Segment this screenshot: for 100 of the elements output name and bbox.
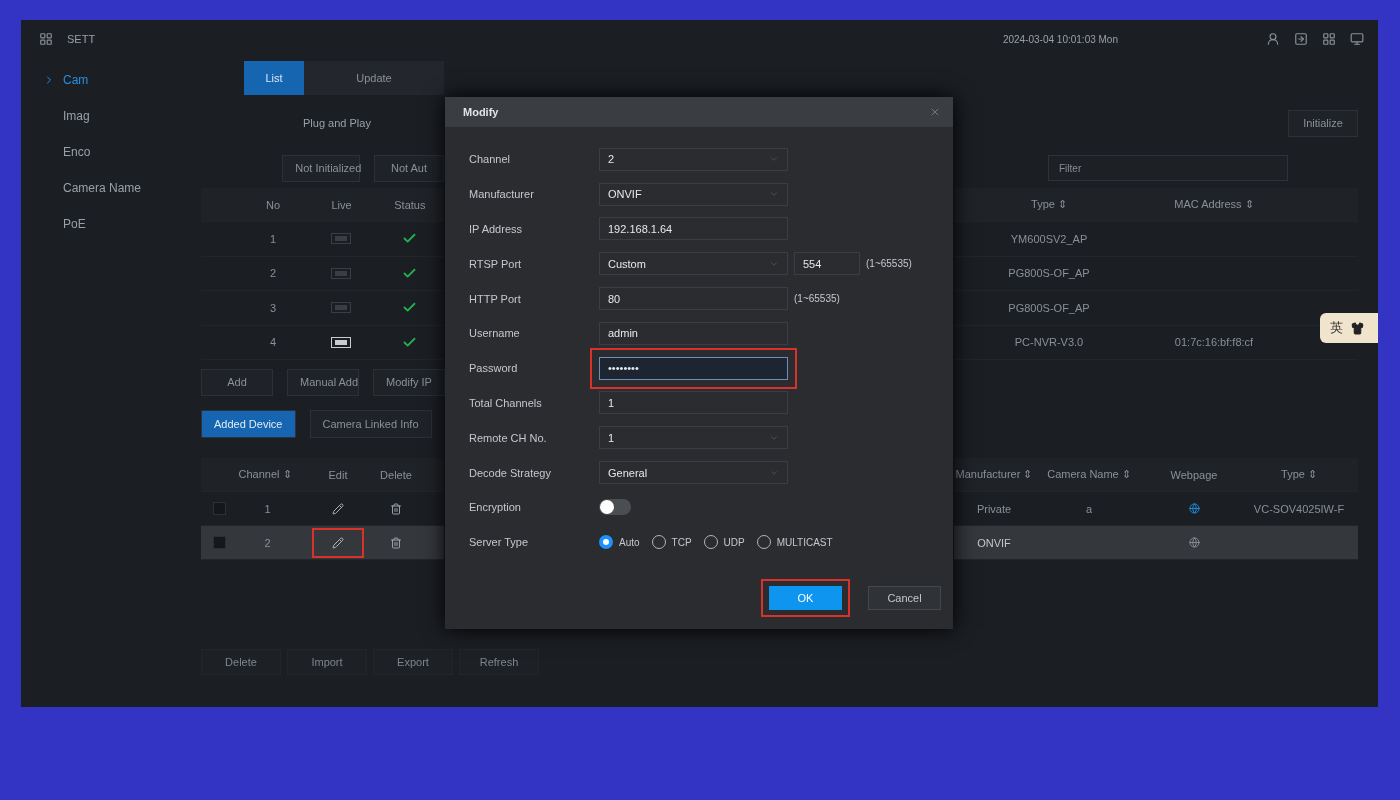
action-button[interactable]: Modify IP — [373, 368, 445, 396]
input-field[interactable]: 554 — [794, 252, 860, 276]
radio-option[interactable]: Auto — [599, 535, 640, 550]
trash-icon[interactable] — [390, 502, 402, 515]
initialize-button[interactable]: Initialize — [1288, 109, 1358, 137]
field-label: Server Type — [469, 536, 530, 549]
column-header: Live — [330, 198, 353, 211]
sidebar-item[interactable]: Imag — [21, 98, 201, 134]
table-cell: a — [1085, 502, 1093, 515]
user-icon[interactable] — [1266, 32, 1280, 46]
table-cell-text: 2 — [263, 536, 272, 549]
column-header: Edit — [327, 468, 349, 481]
select-field[interactable]: 1 — [599, 426, 788, 450]
table-cell-text: 1 — [263, 502, 272, 515]
select-field[interactable]: 2 — [599, 147, 788, 171]
column-header: MAC Address ⇕ — [1173, 198, 1255, 211]
field-label: Manufacturer — [469, 188, 535, 201]
ime-language: 英 — [1330, 319, 1343, 337]
sidebar-item[interactable]: Cam — [21, 62, 201, 98]
select-field[interactable]: ONVIF — [599, 182, 788, 206]
column-header: Channel ⇕ — [237, 468, 293, 481]
table-row[interactable]: 2 — [201, 526, 444, 560]
date-time: 2024-03-04 10:01:03 Mon — [1002, 33, 1118, 45]
tab[interactable]: Update — [304, 61, 444, 95]
field-label: Remote CH No. — [469, 431, 548, 444]
shirt-icon — [1351, 321, 1364, 335]
column-header: Delete — [379, 468, 413, 481]
table-cell-text: 3 — [269, 301, 278, 314]
radio-option[interactable]: UDP — [703, 535, 745, 550]
filter-button[interactable]: Not Initialized — [282, 154, 360, 182]
ok-button[interactable]: OK — [769, 586, 842, 610]
field-label: Channel — [469, 153, 511, 166]
subtab[interactable]: Added Device — [201, 410, 296, 438]
row-checkbox[interactable] — [213, 536, 226, 549]
table-cell-text: PC-NVR-V3.0 — [1013, 336, 1085, 349]
table-cell-text: PG800S-OF_AP — [1007, 267, 1091, 280]
layout-icon[interactable] — [1322, 32, 1336, 46]
footer-button[interactable]: Import — [287, 649, 367, 675]
field-label: Password — [469, 362, 519, 375]
close-icon[interactable] — [929, 106, 941, 118]
column-header: Type ⇕ — [1030, 198, 1068, 211]
table-cell-text: 01:7c:16:bf:f8:cf — [1173, 336, 1255, 349]
select-field[interactable]: General — [599, 461, 788, 485]
footer-button[interactable]: Export — [373, 649, 453, 675]
pencil-icon[interactable] — [332, 502, 344, 515]
subtab[interactable]: Camera Linked Info — [309, 410, 432, 438]
globe-icon[interactable] — [1188, 537, 1200, 548]
range-hint: (1~65535) — [866, 258, 912, 270]
range-hint: (1~65535) — [794, 293, 840, 305]
field-label: Username — [469, 327, 521, 340]
column-header: Status — [393, 198, 427, 211]
table-cell: VC-SOV4025IW-F — [1253, 502, 1345, 515]
footer-button[interactable]: Refresh — [459, 649, 539, 675]
table-cell-text: YM600SV2_AP — [1009, 232, 1089, 245]
toggle-switch[interactable] — [599, 499, 631, 516]
input-field[interactable]: 1 — [599, 391, 788, 415]
footer-button[interactable]: Delete — [201, 649, 281, 675]
password-field[interactable]: •••••••• — [599, 356, 788, 380]
column-header: Webpage — [1169, 468, 1219, 481]
input-field[interactable]: 80 — [599, 287, 788, 311]
field-label: Decode Strategy — [469, 466, 552, 479]
page-title: SETT — [67, 33, 96, 45]
table-cell-text: 1 — [269, 232, 278, 245]
field-label: RTSP Port — [469, 257, 523, 270]
table-cell-text: PG800S-OF_AP — [1007, 301, 1091, 314]
column-header: Manufacturer ⇕ — [954, 468, 1034, 481]
filter-field[interactable]: Filter — [1048, 155, 1288, 181]
table-cell-text: 2 — [269, 267, 278, 280]
cancel-button[interactable]: Cancel — [868, 586, 941, 610]
table-cell-text: 4 — [269, 336, 278, 349]
column-header: Type ⇕ — [1280, 468, 1318, 481]
pencil-icon[interactable] — [332, 536, 344, 549]
table-cell-text: Private — [975, 502, 1013, 515]
field-label: Total Channels — [469, 396, 543, 409]
filter-button[interactable]: Not Aut — [374, 154, 444, 182]
logout-icon[interactable] — [1294, 32, 1308, 46]
apps-grid-icon[interactable] — [39, 32, 53, 46]
select-field[interactable]: Custom — [599, 252, 788, 276]
ime-toolbar[interactable]: 英 — [1320, 313, 1378, 343]
monitor-icon[interactable] — [1350, 32, 1364, 46]
input-field[interactable]: 192.168.1.64 — [599, 217, 788, 241]
row-checkbox[interactable] — [213, 502, 226, 515]
table-cell-text: ONVIF — [976, 536, 1012, 549]
field-label: IP Address — [469, 223, 523, 235]
tab[interactable]: List — [244, 61, 304, 95]
sidebar-item[interactable]: Enco — [21, 134, 201, 170]
dialog-title: Modify — [463, 106, 499, 118]
sidebar-item[interactable]: PoE — [21, 206, 201, 242]
radio-option[interactable]: MULTICAST — [756, 535, 833, 550]
mode-label[interactable]: Plug and Play — [303, 117, 371, 129]
field-label: HTTP Port — [469, 292, 522, 305]
radio-option[interactable]: TCP — [651, 535, 692, 550]
trash-icon[interactable] — [390, 536, 402, 549]
input-field[interactable]: admin — [599, 321, 788, 345]
action-button[interactable]: Manual Add — [287, 368, 359, 396]
action-button[interactable]: Add — [201, 368, 273, 396]
column-header: No — [265, 198, 282, 211]
field-label: Encryption — [469, 501, 522, 514]
globe-icon[interactable] — [1188, 503, 1200, 514]
sidebar-item[interactable]: Camera Name — [21, 170, 201, 206]
